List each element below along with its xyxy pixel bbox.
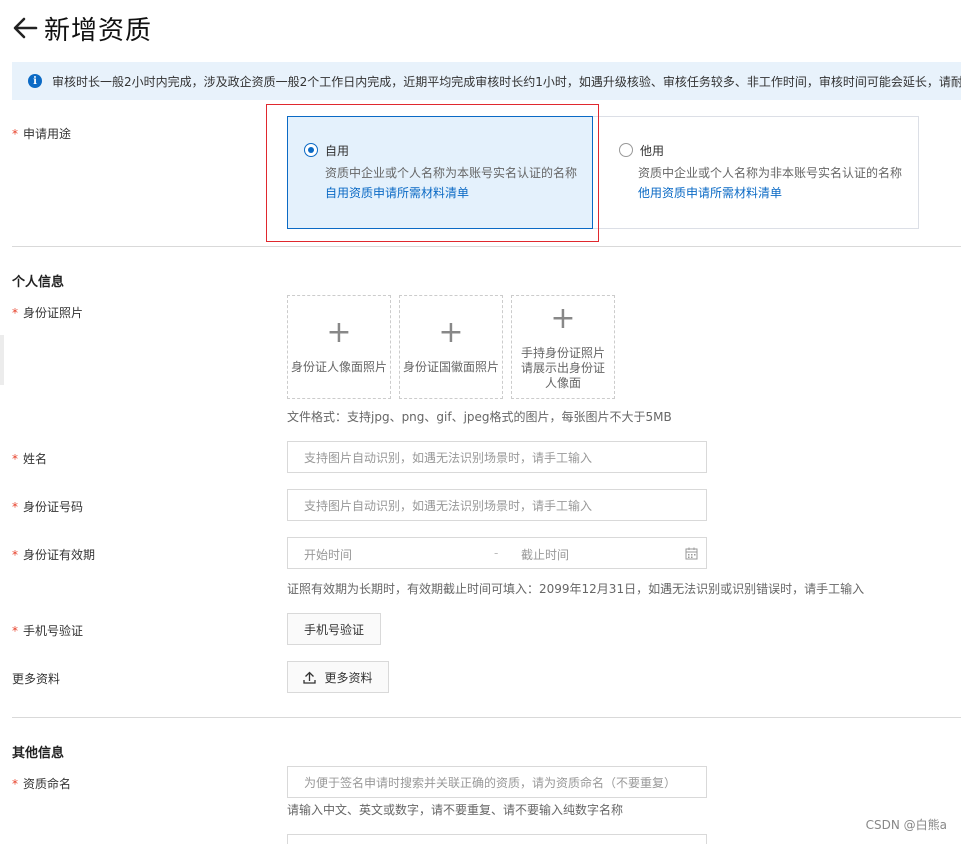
id-number-input[interactable]: 支持图片自动识别，如遇无法识别场景时，请手工输入 (287, 489, 707, 521)
upload-id-handheld[interactable]: + 手持身份证照片请展示出身份证人像面 (511, 295, 615, 399)
qualification-name-label: * 资质命名 (12, 777, 72, 791)
id-number-label: * 身份证号码 (12, 500, 84, 514)
selection-highlight (266, 104, 599, 242)
section-title-other: 其他信息 (12, 746, 65, 761)
radio-other[interactable] (619, 143, 633, 157)
name-input[interactable]: 支持图片自动识别，如遇无法识别场景时，请手工输入 (287, 441, 707, 473)
id-validity-label: * 身份证有效期 (12, 548, 96, 562)
divider (12, 246, 961, 247)
qualification-name-input[interactable]: 为便于签名申请时搜索并关联正确的资质，请为资质命名（不要重复） (287, 766, 707, 798)
phone-verify-label: * 手机号验证 (12, 624, 84, 638)
notice-banner: i 审核时长一般2小时内完成，涉及政企资质一般2个工作日内完成，近期平均完成审核… (12, 62, 961, 100)
range-separator: - (494, 546, 499, 560)
divider (12, 717, 961, 718)
id-photo-label: * 身份证照片 (12, 306, 84, 320)
plus-icon: + (326, 315, 352, 350)
required-mark: * (12, 127, 18, 141)
upload-id-back[interactable]: + 身份证国徽面照片 (399, 295, 503, 399)
qualification-name-hint: 请输入中文、英文或数字，请不要重复、请不要输入纯数字名称 (287, 803, 624, 817)
info-icon: i (28, 74, 42, 88)
calendar-icon[interactable] (685, 547, 698, 560)
page-header: 新增资质 (12, 8, 152, 48)
watermark: CSDN @白熊a (865, 818, 947, 832)
start-date-input[interactable]: 开始时间 (304, 546, 352, 563)
other-materials-link[interactable]: 他用资质申请所需材料清单 (638, 184, 782, 201)
section-title-personal: 个人信息 (12, 275, 65, 290)
phone-verify-button[interactable]: 手机号验证 (287, 613, 381, 645)
validity-hint: 证照有效期为长期时，有效期截止时间可填入：2099年12月31日，如遇无法识别或… (287, 582, 865, 596)
usage-option-other[interactable]: 他用 资质中企业或个人名称为非本账号实名认证的名称 他用资质申请所需材料清单 (580, 116, 919, 229)
page-title: 新增资质 (44, 15, 153, 46)
upload-id-front[interactable]: + 身份证人像面照片 (287, 295, 391, 399)
end-date-input[interactable]: 截止时间 (521, 546, 569, 563)
name-label: * 姓名 (12, 452, 48, 466)
id-validity-range[interactable]: 开始时间 - 截止时间 (287, 537, 707, 569)
back-arrow-icon[interactable] (12, 15, 38, 41)
file-format-hint: 文件格式：支持jpg、png、gif、jpeg格式的图片，每张图片不大于5MB (287, 410, 672, 424)
notice-text: 审核时长一般2小时内完成，涉及政企资质一般2个工作日内完成，近期平均完成审核时长… (52, 74, 961, 89)
plus-icon: + (550, 301, 576, 336)
side-handle[interactable] (0, 335, 4, 385)
next-field-input[interactable] (287, 834, 707, 844)
more-materials-button[interactable]: 更多资料 (287, 661, 389, 693)
upload-icon (303, 671, 317, 684)
usage-label: * 申请用途 (12, 127, 72, 141)
more-materials-label: 更多资料 (12, 672, 61, 686)
plus-icon: + (438, 315, 464, 350)
